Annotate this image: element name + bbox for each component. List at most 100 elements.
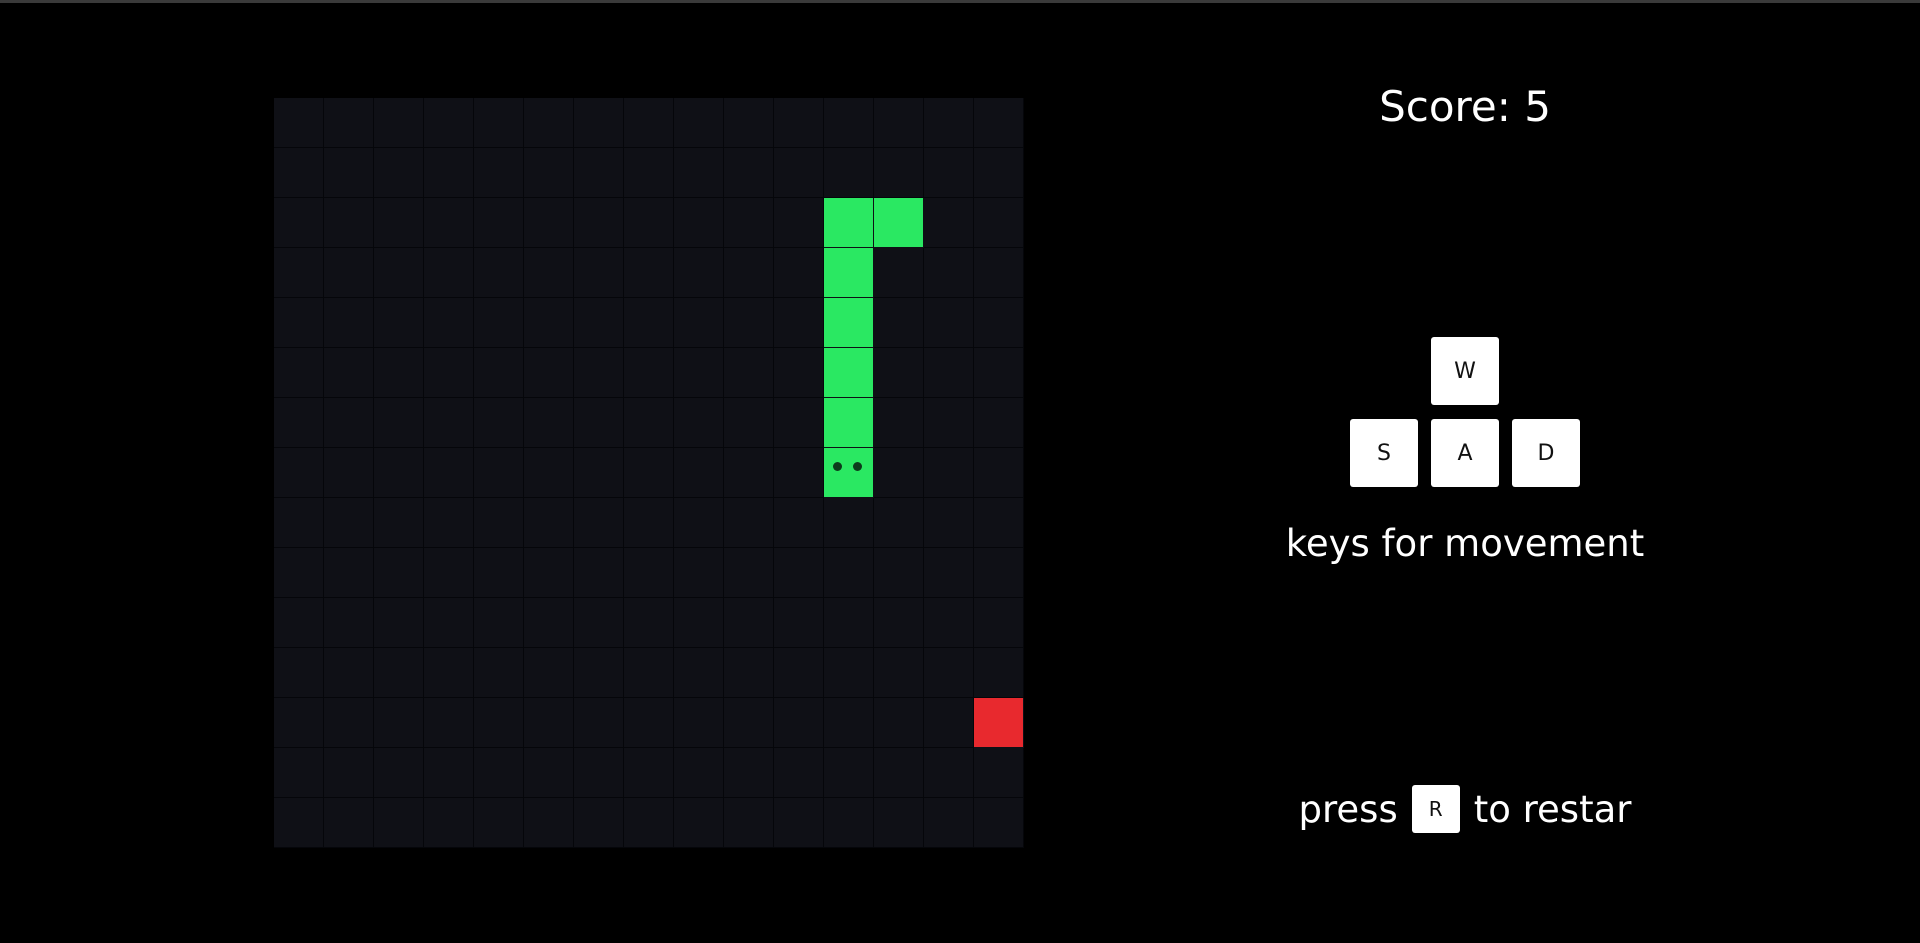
board-cell	[824, 98, 874, 148]
board-cell	[724, 248, 774, 298]
board-cell	[324, 198, 374, 248]
board-cell	[774, 448, 824, 498]
board-cell	[524, 448, 574, 498]
board-cell	[274, 498, 324, 548]
key-a: A	[1431, 419, 1499, 487]
board-cell	[374, 798, 424, 848]
board-cell	[574, 348, 624, 398]
board-cell	[624, 248, 674, 298]
board-cell	[624, 598, 674, 648]
board-cell	[324, 598, 374, 648]
board-cell	[324, 748, 374, 798]
board-cell	[624, 648, 674, 698]
board-cell	[324, 648, 374, 698]
board-cell	[274, 598, 324, 648]
board-cell	[424, 798, 474, 848]
board-cell	[774, 148, 824, 198]
board-cell	[974, 198, 1024, 248]
board-cell	[424, 548, 474, 598]
board-cell	[974, 148, 1024, 198]
board-cell	[424, 748, 474, 798]
board-cell	[524, 798, 574, 848]
board-cell	[274, 398, 324, 448]
board-cell	[974, 348, 1024, 398]
board-cell	[874, 748, 924, 798]
board-cell	[524, 548, 574, 598]
board-cell	[424, 198, 474, 248]
board-cell	[874, 248, 924, 298]
board-cell	[874, 548, 924, 598]
board-cell	[424, 298, 474, 348]
board-cell	[424, 148, 474, 198]
board-cell	[574, 248, 624, 298]
board-cell	[924, 398, 974, 448]
board-cell	[974, 448, 1024, 498]
board-cell	[674, 798, 724, 848]
side-panel: Score: 5 W S A D keys for movement press…	[1220, 0, 1710, 943]
board-cell	[374, 748, 424, 798]
board-cell	[824, 148, 874, 198]
board-cell	[924, 548, 974, 598]
board-cell	[524, 248, 574, 298]
board-cell	[724, 98, 774, 148]
board-cell	[474, 498, 524, 548]
board-cell	[274, 748, 324, 798]
board-cell	[724, 198, 774, 248]
board-cell	[924, 798, 974, 848]
snake-segment	[874, 198, 924, 248]
board-cell	[274, 798, 324, 848]
board-cell	[774, 548, 824, 598]
board-cell	[674, 498, 724, 548]
board-cell	[574, 748, 624, 798]
board-cell	[624, 398, 674, 448]
board-cell	[674, 298, 724, 348]
board-cell	[474, 348, 524, 398]
snake-eye	[853, 462, 862, 471]
board-cell	[374, 298, 424, 348]
board-cell	[374, 448, 424, 498]
board-cell	[524, 148, 574, 198]
board-cell	[974, 598, 1024, 648]
board-cell	[474, 548, 524, 598]
game-board	[274, 98, 1024, 848]
board-cell	[724, 598, 774, 648]
board-cell	[374, 198, 424, 248]
board-cell	[624, 148, 674, 198]
board-cell	[924, 598, 974, 648]
board-cell	[474, 248, 524, 298]
snake-segment	[824, 248, 874, 298]
board-cell	[874, 698, 924, 748]
board-cell	[474, 698, 524, 748]
board-cell	[474, 148, 524, 198]
board-cell	[674, 648, 724, 698]
board-cell	[524, 298, 574, 348]
board-cell	[624, 498, 674, 548]
score-display: Score: 5	[1379, 82, 1551, 131]
board-cell	[974, 548, 1024, 598]
board-cell	[374, 98, 424, 148]
board-cell	[274, 248, 324, 298]
snake-head	[824, 448, 874, 498]
board-cell	[374, 148, 424, 198]
board-cell	[924, 148, 974, 198]
board-cell	[924, 748, 974, 798]
board-cell	[824, 598, 874, 648]
board-cell	[924, 298, 974, 348]
board-cell	[274, 298, 324, 348]
board-cell	[274, 348, 324, 398]
board-cell	[924, 248, 974, 298]
board-cell	[724, 548, 774, 598]
board-cell	[874, 448, 924, 498]
board-cell	[574, 698, 624, 748]
board-cell	[574, 198, 624, 248]
board-cell	[674, 248, 724, 298]
board-cell	[824, 748, 874, 798]
board-cell	[324, 698, 374, 748]
board-cell	[374, 248, 424, 298]
board-cell	[924, 698, 974, 748]
board-cell	[724, 648, 774, 698]
board-cell	[574, 448, 624, 498]
board-cell	[674, 348, 724, 398]
board-cell	[324, 448, 374, 498]
board-cell	[574, 598, 624, 648]
